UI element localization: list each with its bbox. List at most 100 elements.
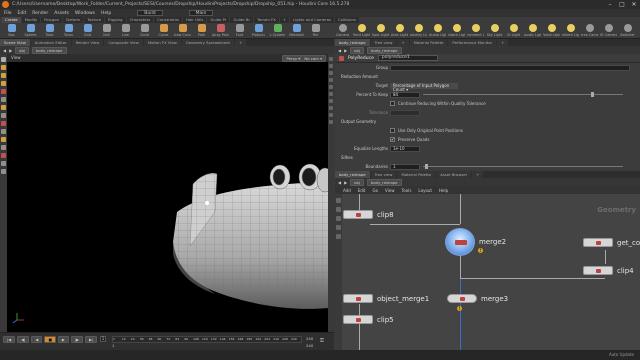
time-slider[interactable]: 1 12 24 36 48 60 72 84 96 108 120 132 144 156 168 180 19… [112,336,302,343]
shelf-tool-spot-light[interactable]: Spot Light [372,23,389,38]
menu-assets[interactable]: Assets [54,11,69,16]
path-obj[interactable]: obj [350,46,364,54]
node-name-field[interactable]: polyreduce1 [377,55,438,61]
node-merge3[interactable]: merge3 [447,294,508,303]
tolerance-field[interactable] [390,110,420,116]
tab-add[interactable]: + [472,171,484,178]
menu-help[interactable]: Help [101,11,111,16]
measure-tool-icon[interactable] [1,161,6,166]
boundaries-field[interactable]: 1 [390,164,420,170]
path-node[interactable]: body_reshape [366,46,402,54]
minimize-button[interactable]: – [604,0,616,9]
back-arrow-icon[interactable]: ◀ [3,48,6,53]
tab-geometry-spreadsheet[interactable]: Geometry Spreadsheet [181,39,234,46]
play-button[interactable]: ▶ [57,336,69,343]
maximize-button[interactable]: □ [616,0,628,9]
network-editor[interactable]: Geometry clip8 merge2 ! get_co clip4 obj… [335,194,640,350]
shelf-tool-point-light[interactable]: Point Light [353,23,370,38]
desktop-dropdown[interactable]: Build [137,10,163,16]
play-reverse-button[interactable]: ◀ [31,336,43,343]
handle-tool-icon[interactable] [1,89,6,94]
shelf-tool-geometry-light[interactable]: Geometry Light [410,23,427,38]
magnet-tool-icon[interactable] [1,121,6,126]
shelf-tool-null[interactable]: Null [98,23,115,38]
node-get[interactable]: get_co [583,238,640,247]
shelf-tool-gi-light[interactable]: GI Light [505,23,522,38]
network-tool-icon[interactable] [336,225,341,230]
shelf-tool-line[interactable]: Line [117,23,134,38]
move-tool-icon[interactable] [1,65,6,70]
boundaries-slider[interactable] [423,164,623,169]
display-option-icon[interactable] [329,71,333,75]
context-dropdown[interactable]: Main [188,10,214,16]
shelf-tool-l-system[interactable]: L-System [269,23,286,38]
group-field[interactable] [390,65,630,71]
tab-add[interactable]: + [234,39,247,46]
back-arrow-icon[interactable]: ◀ [338,48,341,53]
path-node[interactable]: body_reshape [31,46,67,54]
close-button[interactable]: ✕ [628,0,640,9]
shelf-tool-torus[interactable]: Torus [60,23,77,38]
tab-render-view[interactable]: Render View [71,39,104,46]
shelf-tool-caustic-light[interactable]: Caustic Light [524,23,541,38]
end-frame[interactable]: 240 [306,336,313,341]
display-option-icon[interactable] [329,113,333,117]
network-menu-view[interactable]: View [385,188,395,193]
network-menu-edit[interactable]: Edit [358,188,366,193]
shelf-tool-sphere[interactable]: Sphere [22,23,39,38]
shelf-tool-vr-camera[interactable]: VR Camera [600,23,617,38]
tab-asset-browser[interactable]: Asset Browser [436,171,472,178]
tab-body-reshape[interactable]: body_reshape [335,39,370,46]
3d-viewport[interactable] [7,62,328,332]
end-frame-global[interactable]: 240 [306,343,313,348]
shelf-tool-file[interactable]: File [307,23,324,38]
use-original-checkbox[interactable] [390,128,395,133]
shelf-tool-tube[interactable]: Tube [41,23,58,38]
brush-tool-icon[interactable] [1,137,6,142]
display-option-icon[interactable] [329,85,333,89]
edit-tool-icon[interactable] [1,145,6,150]
path-node[interactable]: body_reshape [366,178,402,186]
shelf-tool-draw-curve[interactable]: Draw Curve [174,23,191,38]
equalize-field[interactable]: 1e-10 [390,146,420,152]
percent-field[interactable]: 84 [390,92,420,98]
shelf-tool-distant-light[interactable]: Distant Light [448,23,465,38]
tab-material-palette[interactable]: Material Palette [397,171,436,178]
shelf-tool-switcher[interactable]: Switcher [619,23,636,38]
last-frame-button[interactable]: ▶| [85,336,98,343]
node-object-merge1[interactable]: object_merge1 [343,294,429,303]
shelf-tool-area-light[interactable]: Area Light [391,23,408,38]
boundaries-slider-handle[interactable] [425,164,428,169]
shelf-tool-camera[interactable]: Camera [334,23,351,38]
network-menu-add[interactable]: Add [343,188,351,193]
menu-windows[interactable]: Windows [75,11,95,16]
tab-tree-view[interactable]: Tree view [370,171,397,178]
menu-edit[interactable]: Edit [18,11,27,16]
shelf-tool-circle[interactable]: Circle [136,23,153,38]
shelf-tool-ambient-light[interactable]: Ambient Light [562,23,579,38]
continue-checkbox[interactable] [390,101,395,106]
shelf-tool-path[interactable]: Path [193,23,210,38]
network-tool-icon[interactable] [336,198,341,203]
display-option-icon[interactable] [329,99,333,103]
display-option-icon[interactable] [329,106,333,110]
tab-tree-view[interactable]: Tree view [370,39,397,46]
select-tool-icon[interactable] [1,57,6,62]
target-dropdown[interactable]: Percentage of Input Polygon Count ▾ [390,83,458,92]
scale-tool-icon[interactable] [1,81,6,86]
shelf-tool-volume-light[interactable]: Volume Light [429,23,446,38]
shelf-tool-font[interactable]: Font [231,23,248,38]
view-tool-icon[interactable] [1,97,6,102]
node-clip5[interactable]: clip5 [343,315,394,324]
shelf-tool-box[interactable]: Box [3,23,20,38]
tab-performance-monitor[interactable]: Performance Monitor [448,39,497,46]
percent-slider[interactable] [423,92,623,97]
display-option-icon[interactable] [329,120,333,124]
first-frame-button[interactable]: |◀ [3,336,16,343]
percent-slider-handle[interactable] [591,92,594,97]
extra-tool-icon[interactable] [1,169,6,174]
pose-tool-icon[interactable] [1,105,6,110]
record-tool-icon[interactable] [1,153,6,158]
tab-animation-editor[interactable]: Animation Editor [30,39,71,46]
forward-arrow-icon[interactable]: ▶ [344,180,347,185]
